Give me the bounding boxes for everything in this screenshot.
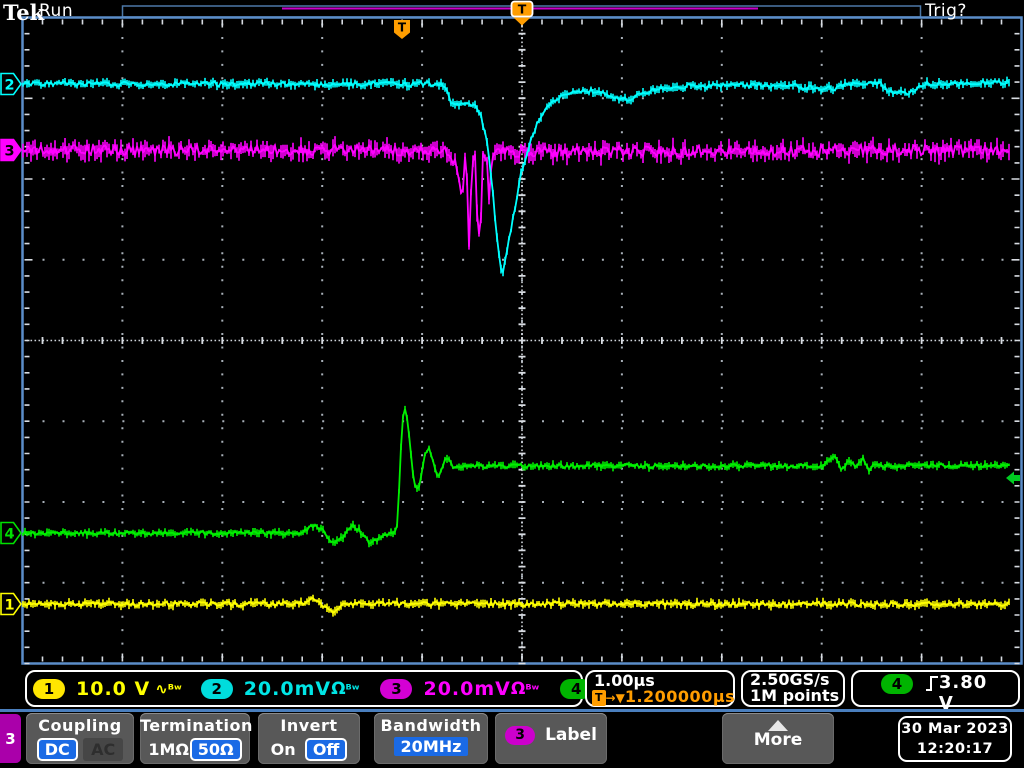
rising-edge-icon	[926, 676, 938, 691]
channel-3-marker-label: 3	[4, 143, 14, 159]
termination-1mohm-option[interactable]: 1MΩ	[148, 740, 189, 759]
scope-display: 1 2 3 4 T T	[0, 0, 1023, 665]
invert-button[interactable]: Invert On Off	[258, 713, 360, 764]
channel-readout-bar[interactable]: 1 10.0 V ∿ᴮʷ 2 20.0mV Ωᴮʷ 3 20.0mV Ωᴮʷ 4…	[25, 670, 709, 707]
ch2-scale: 20.0mV	[243, 677, 332, 700]
trigger-level: 3.80 V	[938, 672, 988, 714]
timebase-readout[interactable]: 1.00µs T →▼1.200000µs	[585, 670, 735, 707]
ch3-termination-icon: Ωᴮʷ	[510, 678, 540, 699]
trigger-delay-readout: T →▼1.200000µs	[587, 689, 735, 706]
grid-ticks	[24, 19, 1020, 665]
ch1-coupling-icon: ∿ᴮʷ	[155, 679, 182, 698]
trigger-time-flag-label: T	[398, 21, 407, 35]
trigger-status: Trig?	[925, 1, 967, 21]
label-ch3-badge: 3	[505, 725, 536, 745]
ch4-trace	[22, 408, 1010, 545]
bandwidth-value[interactable]: 20MHz	[393, 737, 469, 756]
trigger-readout[interactable]: 4 3.80 V	[851, 670, 1020, 714]
time: 12:20:17	[916, 741, 994, 757]
ch2-trace-noise	[22, 76, 1010, 277]
coupling-dc-option[interactable]: DC	[36, 738, 78, 761]
ch4-trace-noise	[22, 405, 1010, 548]
delay-arrow-icon: →▼	[605, 691, 625, 705]
ch3-trace	[22, 141, 1010, 247]
menu-separator	[0, 709, 1024, 712]
date: 30 Mar 2023	[901, 721, 1009, 737]
acquisition-status: Run	[39, 1, 74, 21]
datetime-display: 30 Mar 2023 12:20:17	[898, 716, 1012, 762]
trigger-t-icon: T	[592, 690, 606, 706]
termination-50ohm-option[interactable]: 50Ω	[189, 738, 242, 761]
channel-2-marker-label: 2	[4, 77, 14, 93]
ch2-badge[interactable]: 2	[200, 678, 233, 699]
record-length: 1M points	[750, 686, 840, 705]
ch2-termination-icon: Ωᴮʷ	[331, 678, 360, 699]
ch1-scale: 10.0 V	[76, 677, 151, 700]
invert-off-option[interactable]: Off	[304, 738, 348, 761]
trigger-source-badge: 4	[881, 674, 913, 694]
trigger-position-box-label: T	[518, 2, 527, 17]
trigger-level-arrow[interactable]	[1006, 471, 1020, 485]
acquisition-readout: 2.50GS/s 1M points	[741, 670, 845, 707]
ch3-trace-noise	[22, 136, 1010, 250]
more-button[interactable]: More	[722, 713, 834, 764]
channel-1-marker-label: 1	[4, 597, 14, 613]
coupling-button[interactable]: Coupling DC AC	[26, 713, 134, 764]
termination-button[interactable]: Termination 1MΩ 50Ω	[140, 713, 252, 764]
invert-on-option[interactable]: On	[271, 740, 296, 759]
coupling-ac-option[interactable]: AC	[83, 738, 124, 761]
bandwidth-button[interactable]: Bandwidth 20MHz	[374, 713, 488, 764]
tek-logo: Tek	[3, 0, 45, 25]
channel-4-marker-label: 4	[4, 526, 14, 542]
trigger-position-arrow[interactable]	[513, 17, 531, 26]
ch1-badge[interactable]: 1	[33, 678, 65, 699]
label-button[interactable]: 3 Label	[495, 713, 607, 764]
ch3-scale: 20.0mV	[423, 677, 511, 700]
ch3-badge[interactable]: 3	[380, 678, 413, 699]
channel3-menu-tab[interactable]: 3	[0, 714, 21, 763]
ch2-trace	[22, 78, 1010, 275]
